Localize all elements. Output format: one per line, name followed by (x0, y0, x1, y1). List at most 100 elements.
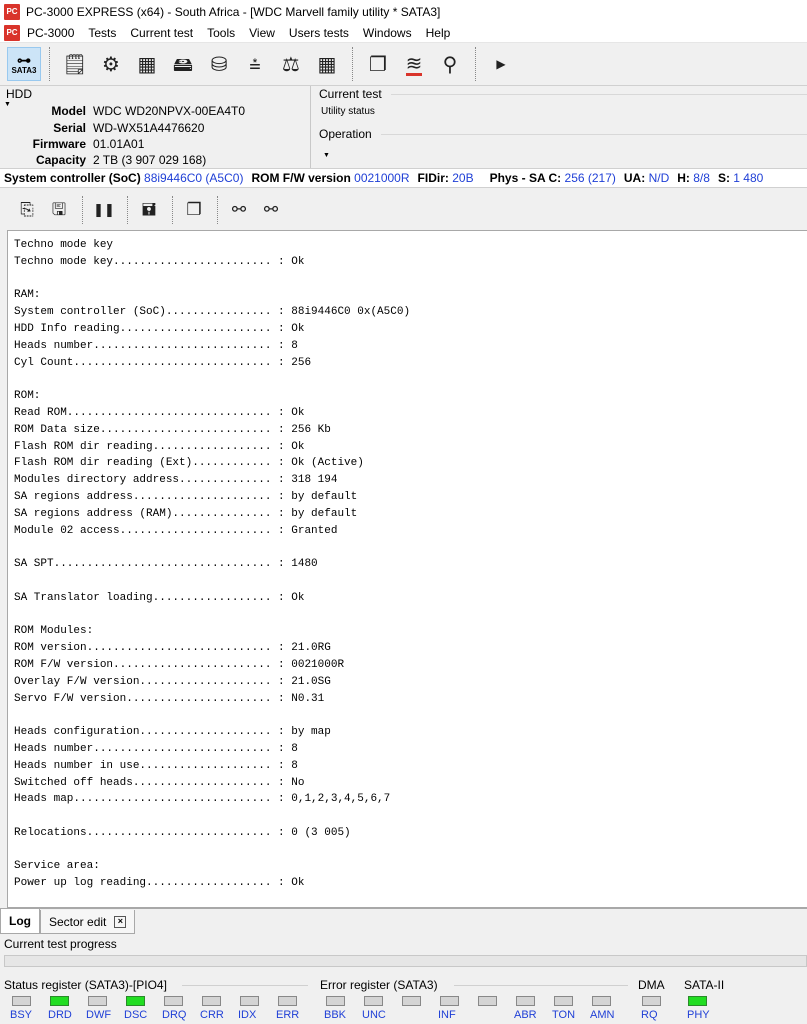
model-label: Model (51, 104, 86, 118)
save-clear-icon: 🖬 (141, 199, 157, 220)
menu-pc3000[interactable]: PC-3000 (20, 26, 81, 40)
disk-stack-icon: ≋ (405, 50, 423, 76)
sata-group: SATA-II PHY (676, 975, 736, 1024)
log-line: Heads map.............................. … (14, 793, 391, 806)
settings-button[interactable]: ⚙ (94, 47, 128, 81)
register-led (326, 996, 345, 1006)
menu-view[interactable]: View (242, 26, 282, 40)
tab-log[interactable]: Log (0, 909, 40, 934)
log-line: Read ROM............................... … (14, 406, 305, 419)
export-button[interactable]: ⎘ (12, 195, 42, 225)
s-value: 1 480 (733, 171, 764, 185)
fidir-label: FIDir: (417, 171, 449, 185)
register-led (88, 996, 107, 1006)
play-arrow-icon: ▶ (496, 57, 506, 71)
grid-button[interactable]: ▦ (310, 47, 344, 81)
disk-stack-button[interactable]: ≋ (397, 47, 431, 81)
chip-icon: ▦ (137, 52, 157, 76)
find-next-button[interactable]: ⚯ (256, 195, 286, 225)
save-log-button[interactable]: 🖫 (44, 195, 74, 225)
register-led-label: ERR (276, 1009, 300, 1021)
copy-log-button[interactable]: ❐ (179, 195, 209, 225)
drive-button[interactable]: ⛁ (202, 47, 236, 81)
clear-save-button[interactable]: 🖬 (134, 195, 164, 225)
ua-value: N/D (648, 171, 670, 185)
pause-button[interactable]: ❚❚ (89, 195, 119, 225)
log-line: Servo F/W version...................... … (14, 692, 325, 705)
close-icon[interactable]: × (114, 915, 127, 928)
log-line: ROM Data size.......................... … (14, 423, 331, 436)
register-led (12, 996, 31, 1006)
sata-title: SATA-II (684, 978, 725, 992)
device-button[interactable]: 🖴 (166, 47, 200, 81)
menu-current-test[interactable]: Current test (123, 26, 200, 40)
register-led (164, 996, 183, 1006)
register-led (478, 996, 497, 1006)
sata-button[interactable]: ⊶ SATA3 (7, 47, 41, 81)
progress-bar (4, 955, 807, 967)
progress-label: Current test progress (4, 937, 117, 951)
save-icon: 🖫 (51, 199, 67, 220)
find-button[interactable]: ⚯ (224, 195, 254, 225)
menu-app-icon[interactable]: PC (4, 24, 20, 41)
rom-label: ROM F/W version (251, 171, 351, 185)
register-led (364, 996, 383, 1006)
menu-users-tests[interactable]: Users tests (282, 26, 356, 40)
chip-button[interactable]: ▦ (130, 47, 164, 81)
serial-row: Serial WD-WX51A4476620 (0, 120, 204, 136)
register-led (440, 996, 459, 1006)
log-panel[interactable]: Techno mode key Techno mode key..........… (7, 230, 807, 908)
log-line: Heads number........................... … (14, 339, 298, 352)
toolbar-separator (82, 196, 83, 224)
error-register-group: Error register (SATA3) BBK UNC INF ABR TON AM… (316, 975, 628, 1024)
log-line: SA regions address..................... … (14, 490, 358, 503)
grid-icon: ▦ (317, 52, 337, 76)
menu-tools[interactable]: Tools (200, 26, 242, 40)
h-value: 8/8 (693, 171, 710, 185)
log-line: Heads configuration.................... … (14, 726, 331, 739)
log-toolbar: ⎘ 🖫 ❚❚ 🖬 ❐ ⚯ ⚯ (0, 190, 807, 230)
divider (182, 985, 308, 986)
capacity-value: 2 TB (3 907 029 168) (93, 153, 207, 167)
status-register-group: Status register (SATA3)-[PIO4] BSY DRD DWF… (0, 975, 312, 1024)
menu-windows[interactable]: Windows (356, 26, 419, 40)
register-led (554, 996, 573, 1006)
register-led (516, 996, 535, 1006)
notes-button[interactable]: 🗒 (58, 47, 92, 81)
menu-help[interactable]: Help (419, 26, 458, 40)
toolbar-separator (127, 196, 128, 224)
current-test-title: Current test (319, 87, 382, 101)
firmware-value: 01.01A01 (93, 137, 145, 151)
hdd-label: HDD (6, 87, 32, 101)
log-line: Module 02 access....................... … (14, 524, 338, 537)
log-line: SA regions address (RAM)............... … (14, 507, 358, 520)
balance-button[interactable]: ⚖ (274, 47, 308, 81)
toolbar-separator (217, 196, 218, 224)
more-button[interactable]: ▶ (484, 47, 518, 81)
wizard-button[interactable]: ⚲ (433, 47, 467, 81)
tab-sector-edit[interactable]: Sector edit × (40, 910, 136, 934)
register-led-label: PHY (687, 1009, 710, 1021)
operation-dropdown-icon[interactable]: ▼ (323, 152, 330, 159)
copy-button[interactable]: ❐ (361, 47, 395, 81)
capacity-label: Capacity (35, 153, 86, 167)
fidir-value: 20B (452, 171, 474, 185)
log-line: SA SPT................................. … (14, 558, 318, 571)
window-title: PC-3000 EXPRESS (x64) - South Africa - [… (26, 4, 441, 19)
register-led-label: CRR (200, 1009, 224, 1021)
menu-tests[interactable]: Tests (81, 26, 123, 40)
log-line: ROM F/W version........................ … (14, 658, 345, 671)
binoculars-next-icon: ⚯ (263, 199, 279, 220)
flash-tree-button[interactable]: ⩮ (238, 47, 272, 81)
divider (391, 94, 807, 95)
soc-label: System controller (SoC) (4, 171, 141, 185)
log-line: Heads number........................... … (14, 742, 298, 755)
status-register-title: Status register (SATA3)-[PIO4] (4, 978, 167, 992)
dma-group: DMA RQ (634, 975, 674, 1024)
log-line: Techno mode key (14, 239, 114, 251)
log-line: RAM: (14, 289, 41, 302)
toolbar-separator (49, 47, 50, 81)
